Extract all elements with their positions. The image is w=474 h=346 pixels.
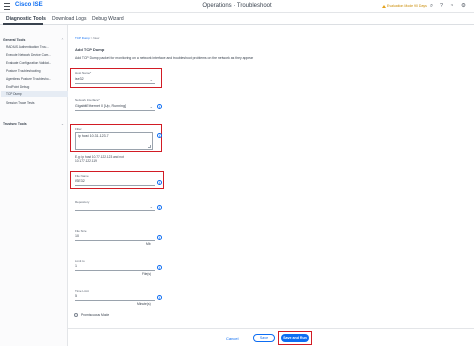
chevron-up-icon[interactable]: ⌃	[61, 38, 64, 42]
form-description: Add TCP Dump packet for monitoring on a …	[75, 56, 254, 60]
time-limit-label: Time Limit	[75, 289, 89, 293]
file-size-unit: Mb	[146, 242, 151, 246]
chevron-down-icon[interactable]: ⌄	[61, 122, 64, 126]
sidebar-item-endpoint-debug[interactable]: EndPoint Debug	[6, 85, 66, 89]
resize-handle[interactable]	[148, 145, 151, 148]
sidebar-item-session-trace-tests[interactable]: Session Trace Tests	[6, 101, 66, 105]
sidebar: General Tools ⌃ RADIUS Authentication Tr…	[0, 25, 68, 346]
chevron-down-icon: ⌄	[149, 204, 153, 209]
warning-icon	[382, 4, 386, 8]
filter-hint-line-2: 10.177.122.119	[75, 159, 97, 163]
search-icon[interactable]: ⌕	[430, 3, 433, 10]
sidebar-item-tcp-dump[interactable]: TCP Dump	[1, 91, 68, 97]
repository-select[interactable]: ⌄	[75, 204, 155, 211]
chevron-down-icon: ⌄	[149, 104, 153, 109]
file-size-input[interactable]: 10	[75, 234, 155, 241]
sidebar-item-evaluate-configuration[interactable]: Evaluate Configuration Validat...	[6, 61, 66, 65]
sidebar-item-execute-network-device[interactable]: Execute Network Device Com...	[6, 53, 66, 57]
settings-icon[interactable]: ⚙	[461, 3, 466, 10]
network-interface-value: GigabitEthernet 0 [Up, Running]	[75, 104, 126, 108]
network-interface-select[interactable]: GigabitEthernet 0 [Up, Running] ⌄	[75, 104, 155, 111]
form-heading: Add TCP Dump	[75, 47, 105, 52]
limit-to-unit: File(s)	[142, 272, 152, 276]
file-name-input[interactable]: ISE32	[75, 179, 155, 186]
host-name-value: ise32	[75, 77, 84, 81]
sidebar-item-agentless-posture[interactable]: Agentless Posture Troublesho...	[6, 77, 66, 81]
host-name-select[interactable]: ise32 ⌄	[75, 77, 155, 84]
evaluation-notice-label: Evaluation Mode 90 Days	[387, 4, 427, 8]
tab-download-logs[interactable]: Download Logs	[52, 16, 86, 22]
file-size-label: File Size	[75, 229, 87, 233]
promiscuous-mode-label: Promiscuous Mode	[81, 313, 110, 317]
tab-bar: Diagnostic Tools Download Logs Debug Wiz…	[0, 13, 474, 25]
filter-textarea[interactable]: ip host 10.31.123.7	[75, 132, 153, 150]
evaluation-notice[interactable]: Evaluation Mode 90 Days	[382, 4, 427, 8]
breadcrumb-tcp-dump-link[interactable]: TCP Dump	[75, 36, 90, 40]
filter-value: ip host 10.31.123.7	[78, 134, 109, 138]
tab-diagnostic-tools[interactable]: Diagnostic Tools	[6, 16, 46, 22]
sidebar-section-trustsec-tools[interactable]: Trustsec Tools	[3, 122, 27, 126]
file-size-info-icon[interactable]: i	[157, 235, 162, 240]
time-limit-unit: Minute(s)	[137, 302, 151, 306]
help-icon[interactable]: ?	[440, 3, 443, 10]
limit-to-input[interactable]: 1	[75, 264, 155, 271]
repository-info-icon[interactable]: i	[157, 205, 162, 210]
promiscuous-mode-checkbox[interactable]	[74, 313, 78, 317]
chevron-down-icon: ⌄	[149, 77, 153, 82]
notifications-icon[interactable]: ◔	[450, 3, 453, 10]
host-name-label: Host Name*	[75, 71, 92, 75]
filter-info-icon[interactable]: i	[157, 133, 162, 138]
top-header: Cisco ISE Operations · Troubleshoot Eval…	[0, 0, 474, 13]
sidebar-section-general-tools[interactable]: General Tools	[3, 38, 25, 42]
time-limit-info-icon[interactable]: i	[157, 295, 162, 300]
tab-debug-wizard[interactable]: Debug Wizard	[92, 16, 124, 22]
filter-label: Filter	[75, 127, 82, 131]
save-button[interactable]: Save	[253, 334, 275, 342]
cancel-button[interactable]: Cancel	[226, 336, 238, 341]
network-interface-label: Network Interface*	[75, 98, 100, 102]
time-limit-input[interactable]: 5	[75, 294, 155, 301]
sidebar-item-radius-authentication[interactable]: RADIUS Authentication Trou...	[6, 45, 66, 49]
file-name-label: File Name	[75, 174, 89, 178]
file-name-info-icon[interactable]: i	[157, 180, 162, 185]
breadcrumb-current: New	[93, 36, 100, 40]
limit-to-label: Limit to	[75, 259, 85, 263]
sidebar-item-posture-troubleshooting[interactable]: Posture Troubleshooting	[6, 69, 66, 73]
limit-to-info-icon[interactable]: i	[157, 265, 162, 270]
network-interface-info-icon[interactable]: i	[157, 104, 162, 109]
save-and-run-button[interactable]: Save and Run	[281, 334, 309, 342]
breadcrumb: TCP Dump > New	[75, 36, 99, 40]
